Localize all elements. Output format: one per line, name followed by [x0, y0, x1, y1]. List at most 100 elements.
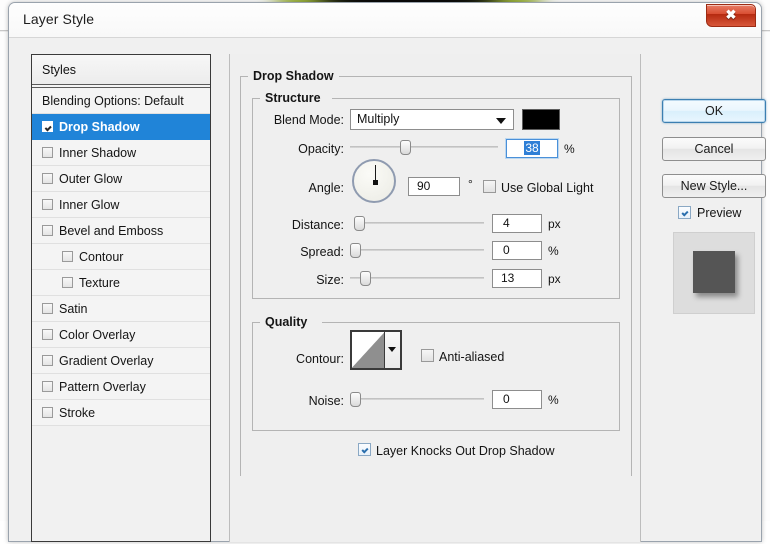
size-slider-knob[interactable] [360, 271, 371, 286]
noise-label: Noise: [308, 394, 344, 408]
spread-input[interactable]: 0 [492, 241, 542, 260]
style-list-item-label: Blending Options: Default [42, 94, 184, 108]
drop-shadow-options-panel: Drop Shadow Structure Blend Mode: Multip… [229, 54, 641, 542]
quality-fieldset-right [619, 322, 620, 430]
style-list-item-label: Satin [59, 302, 88, 316]
new-style-button[interactable]: New Style... [662, 174, 766, 198]
opacity-slider[interactable] [350, 139, 498, 155]
noise-slider-track [350, 398, 484, 400]
angle-dial[interactable] [352, 159, 396, 203]
chevron-down-icon [388, 347, 396, 352]
style-enable-checkbox[interactable] [42, 225, 53, 236]
anti-aliased-checkbox[interactable] [421, 349, 434, 362]
size-input[interactable]: 13 [492, 269, 542, 288]
style-list-item[interactable]: Gradient Overlay [32, 348, 210, 374]
style-enable-checkbox[interactable] [42, 147, 53, 158]
style-list-item[interactable]: Contour [32, 244, 210, 270]
style-list-item[interactable]: Bevel and Emboss [32, 218, 210, 244]
contour-label: Contour: [296, 352, 344, 366]
style-list-item-label: Color Overlay [59, 328, 136, 342]
style-enable-checkbox[interactable] [42, 407, 53, 418]
style-preview-thumbnail [673, 232, 755, 314]
dialog-actions-panel: OK Cancel New Style... Preview [654, 54, 770, 542]
preview-label: Preview [697, 206, 742, 220]
style-enable-checkbox[interactable] [62, 277, 73, 288]
style-enable-checkbox[interactable] [42, 355, 53, 366]
style-list-item-label: Inner Shadow [59, 146, 137, 160]
style-list-item[interactable]: Satin [32, 296, 210, 322]
contour-curve-thumbnail [352, 332, 385, 368]
style-enable-checkbox[interactable] [62, 251, 73, 262]
noise-input[interactable]: 0 [492, 390, 542, 409]
style-list-item[interactable]: Color Overlay [32, 322, 210, 348]
style-list-item[interactable]: Outer Glow [32, 166, 210, 192]
distance-slider[interactable] [354, 215, 484, 231]
style-list-item-label: Pattern Overlay [59, 380, 146, 394]
structure-fieldset-bottom [252, 298, 620, 299]
dropshadow-fieldset-top-right [338, 76, 632, 77]
style-enable-checkbox[interactable] [42, 329, 53, 340]
close-icon: ✖ [725, 7, 737, 22]
opacity-input[interactable]: 38 [506, 139, 558, 158]
opacity-label: Opacity: [298, 142, 344, 156]
distance-value: 4 [503, 216, 510, 230]
styles-list-rows: Blending Options: Default Drop Shadow Inne… [32, 88, 210, 426]
angle-input[interactable]: 90 [408, 177, 460, 196]
preview-shape [693, 251, 735, 293]
distance-unit: px [548, 217, 561, 231]
angle-label: Angle: [308, 181, 344, 195]
style-list-item[interactable]: Texture [32, 270, 210, 296]
opacity-slider-knob[interactable] [400, 140, 411, 155]
close-button[interactable]: ✖ [706, 4, 756, 27]
style-list-item[interactable]: Blending Options: Default [32, 88, 210, 114]
style-enable-checkbox[interactable] [42, 199, 53, 210]
dropshadow-fieldset-left [240, 76, 241, 476]
styles-list-filler [32, 426, 210, 486]
contour-dropdown-button[interactable] [384, 332, 400, 368]
spread-slider[interactable] [350, 242, 484, 258]
preview-checkbox[interactable] [678, 206, 691, 219]
noise-slider[interactable] [350, 391, 484, 407]
layer-knocks-out-checkbox[interactable] [358, 443, 371, 456]
style-list-item[interactable]: Inner Glow [32, 192, 210, 218]
size-label: Size: [316, 273, 344, 287]
noise-value: 0 [503, 392, 510, 406]
style-list-item[interactable]: Pattern Overlay [32, 374, 210, 400]
style-list-item[interactable]: Inner Shadow [32, 140, 210, 166]
style-enable-checkbox[interactable] [42, 173, 53, 184]
style-list-item-label: Outer Glow [59, 172, 123, 186]
style-enable-checkbox[interactable] [42, 303, 53, 314]
structure-fieldset-right [619, 98, 620, 298]
layer-style-dialog: Layer Style ✖ Styles Blending Options: D… [8, 2, 766, 544]
style-list-item[interactable]: Stroke [32, 400, 210, 426]
distance-slider-knob[interactable] [354, 216, 365, 231]
blend-mode-select[interactable]: Multiply [350, 109, 514, 130]
shadow-color-swatch[interactable] [522, 109, 560, 130]
spread-unit: % [548, 244, 559, 258]
noise-slider-knob[interactable] [350, 392, 361, 407]
distance-input[interactable]: 4 [492, 214, 542, 233]
size-unit: px [548, 272, 561, 286]
size-slider[interactable] [350, 270, 484, 286]
layer-knocks-out-label: Layer Knocks Out Drop Shadow [376, 444, 555, 458]
style-list-item[interactable]: Drop Shadow [32, 114, 210, 140]
blend-mode-label: Blend Mode: [273, 113, 344, 127]
spread-label: Spread: [300, 245, 344, 259]
angle-dial-center [373, 180, 378, 185]
style-list-item-label: Texture [79, 276, 120, 290]
blend-mode-value: Multiply [357, 112, 400, 126]
dialog-title: Layer Style [23, 11, 95, 27]
ok-button[interactable]: OK [662, 99, 766, 123]
dialog-body: Styles Blending Options: Default Drop Sha… [9, 38, 766, 544]
style-enable-checkbox[interactable] [42, 121, 53, 132]
cancel-button[interactable]: Cancel [662, 137, 766, 161]
style-list-item-label: Contour [79, 250, 124, 264]
spread-slider-knob[interactable] [350, 243, 361, 258]
style-enable-checkbox[interactable] [42, 381, 53, 392]
contour-preset-swatch[interactable] [350, 330, 402, 370]
noise-unit: % [548, 393, 559, 407]
structure-fieldset-left [252, 98, 253, 298]
structure-section-title: Structure [260, 91, 326, 105]
styles-list-panel: Styles Blending Options: Default Drop Sha… [31, 54, 211, 542]
use-global-light-checkbox[interactable] [483, 180, 496, 193]
